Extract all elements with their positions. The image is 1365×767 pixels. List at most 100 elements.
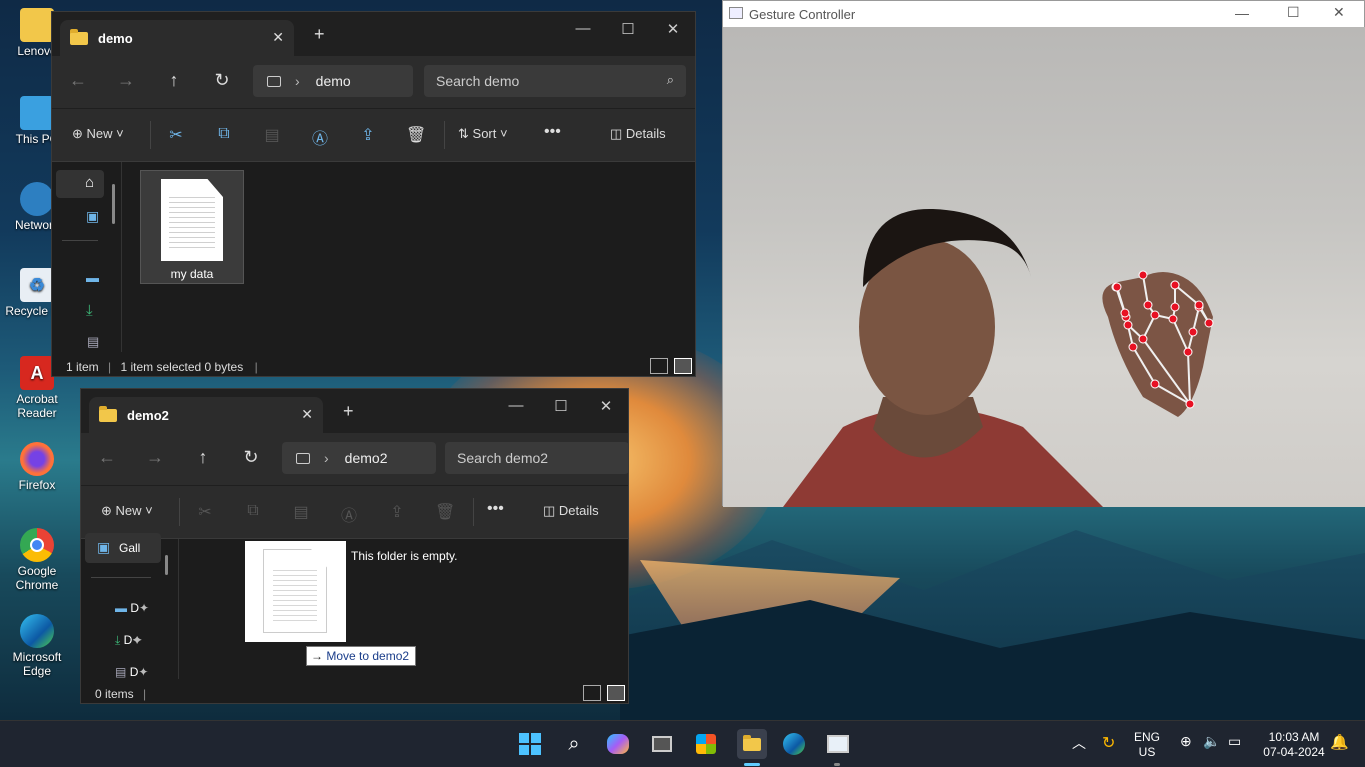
forward-arrow-icon[interactable]: → [143,447,167,468]
battery-icon[interactable]: ▭ [1228,733,1241,750]
nav-home-selected[interactable]: ⌂ [56,170,104,198]
paste-icon[interactable]: ▤ [262,125,282,145]
share-icon[interactable]: ⇪ [358,125,378,145]
maximize-button[interactable]: ☐ [546,397,576,415]
navigation-pane[interactable]: ⌂ ▣ ▬ ⤓ ▤ [52,162,122,352]
rename-icon[interactable]: Ⓐ [310,125,330,149]
landmark-point [1128,342,1138,352]
edge-taskbar-icon[interactable] [781,731,807,757]
divider [473,498,474,526]
cut-icon[interactable]: ✂ [166,125,186,145]
nav-item-downloads[interactable]: ⤓ D✦ [115,633,142,648]
new-button[interactable]: ⊕ New ˅ [101,503,153,519]
scrollbar[interactable] [165,555,168,575]
back-arrow-icon[interactable]: ← [95,447,119,468]
explorer-window-demo2[interactable]: demo2 ✕ + — ☐ ✕ ← → ↑ ↻ › demo2 Search d… [80,388,629,704]
up-arrow-icon[interactable]: ↑ [191,447,215,468]
desktop-icon-edge[interactable]: Microsoft Edge [4,614,70,678]
this-pc-icon [296,452,310,464]
gesture-controller-taskbar-icon[interactable] [825,731,851,757]
documents-icon: ▤ [115,665,127,679]
maximize-button[interactable]: ☐ [1287,4,1300,21]
sync-icon[interactable]: ↻ [1102,733,1115,753]
arrow-right-icon: → [311,649,323,663]
new-button[interactable]: ⊕ New ˅ [72,126,124,142]
maximize-button[interactable]: ☐ [613,20,643,38]
scrollbar[interactable] [112,184,115,224]
close-tab-icon[interactable]: ✕ [301,406,313,423]
delete-icon[interactable]: 🗑 [406,125,426,145]
more-options-icon[interactable]: ••• [487,500,504,518]
explorer-window-demo[interactable]: demo ✕ + — ☐ ✕ ← → ↑ ↻ › demo Search dem… [51,11,696,377]
empty-folder-message: This folder is empty. [351,549,458,563]
rename-icon[interactable]: Ⓐ [339,502,359,526]
minimize-button[interactable]: — [1235,5,1249,21]
up-arrow-icon[interactable]: ↑ [162,70,186,91]
minimize-button[interactable]: — [501,397,531,414]
search-input[interactable]: Search demo2 [445,442,628,474]
forward-arrow-icon[interactable]: → [114,70,138,91]
refresh-icon[interactable]: ↻ [210,70,234,91]
copy-icon[interactable]: ⧉ [243,502,263,520]
divider [444,121,445,149]
file-item[interactable]: my data [140,170,244,284]
details-view-icon[interactable] [583,685,601,701]
language-indicator[interactable]: ENG US [1134,730,1160,760]
tab-demo2[interactable]: demo2 ✕ [89,397,323,433]
close-button[interactable]: ✕ [1333,4,1345,21]
address-bar[interactable]: › demo [253,65,413,97]
details-button[interactable]: ◫ Details [543,503,599,519]
close-button[interactable]: ✕ [658,20,688,38]
close-tab-icon[interactable]: ✕ [272,29,284,46]
back-arrow-icon[interactable]: ← [66,70,90,91]
details-button[interactable]: ◫ Details [610,126,666,142]
start-button[interactable] [517,731,543,757]
navigation-pane[interactable]: ▣ Gall ▬ D✦ ⤓ D✦ ▤ D✦ [81,533,179,679]
gesture-controller-window[interactable]: Gesture Controller — ☐ ✕ [722,0,1365,507]
cut-icon[interactable]: ✂ [195,502,215,522]
nav-item-desktop[interactable]: ▬ D✦ [115,601,149,615]
clock[interactable]: 10:03 AM 07-04-2024 [1258,730,1330,760]
volume-icon[interactable]: 🔈 [1203,733,1220,750]
downloads-icon[interactable]: ⤓ [86,302,93,319]
tab-demo[interactable]: demo ✕ [60,20,294,56]
new-tab-button[interactable]: + [314,24,325,45]
delete-icon[interactable]: 🗑 [435,502,455,522]
documents-icon[interactable]: ▤ [87,334,99,350]
plus-circle-icon: ⊕ [72,126,83,141]
notification-bell-icon[interactable]: 🔔 [1330,733,1349,751]
network-globe-icon[interactable]: ⊕ [1180,733,1192,750]
more-options-icon[interactable]: ••• [544,123,561,141]
gallery-icon[interactable]: ▣ [86,208,99,225]
file-explorer-taskbar-button[interactable] [737,729,767,759]
details-view-icon[interactable] [650,358,668,374]
copy-icon[interactable]: ⧉ [214,125,234,143]
title-bar[interactable]: demo ✕ + — ☐ ✕ [52,12,695,56]
store-icon[interactable] [693,731,719,757]
active-indicator [744,763,760,766]
desktop-icon-chrome[interactable]: Google Chrome [4,528,70,592]
nav-gallery-selected[interactable]: ▣ Gall [85,533,161,563]
address-bar[interactable]: › demo2 [282,442,436,474]
search-icon[interactable]: ⌕ [561,731,587,757]
share-icon[interactable]: ⇪ [387,502,407,522]
search-input[interactable]: Search demo ⌕ [424,65,686,97]
desktop-icon-firefox[interactable]: Firefox [4,442,70,492]
new-tab-button[interactable]: + [343,401,354,422]
title-bar[interactable]: Gesture Controller — ☐ ✕ [723,1,1364,27]
chevron-right-icon: › [295,73,300,89]
tiles-view-icon[interactable] [607,685,625,701]
paste-icon[interactable]: ▤ [291,502,311,522]
edge-icon [20,614,54,648]
task-view-icon[interactable] [649,731,675,757]
copilot-icon[interactable] [605,731,631,757]
minimize-button[interactable]: — [568,20,598,37]
sort-button[interactable]: ⇅ Sort ˅ [458,126,508,142]
desktop-icon[interactable]: ▬ [86,270,99,285]
chevron-up-icon[interactable]: ︿ [1072,733,1086,753]
tiles-view-icon[interactable] [674,358,692,374]
refresh-icon[interactable]: ↻ [239,447,263,468]
nav-item-documents[interactable]: ▤ D✦ [115,665,148,679]
close-button[interactable]: ✕ [591,397,621,415]
title-bar[interactable]: demo2 ✕ + — ☐ ✕ [81,389,628,433]
